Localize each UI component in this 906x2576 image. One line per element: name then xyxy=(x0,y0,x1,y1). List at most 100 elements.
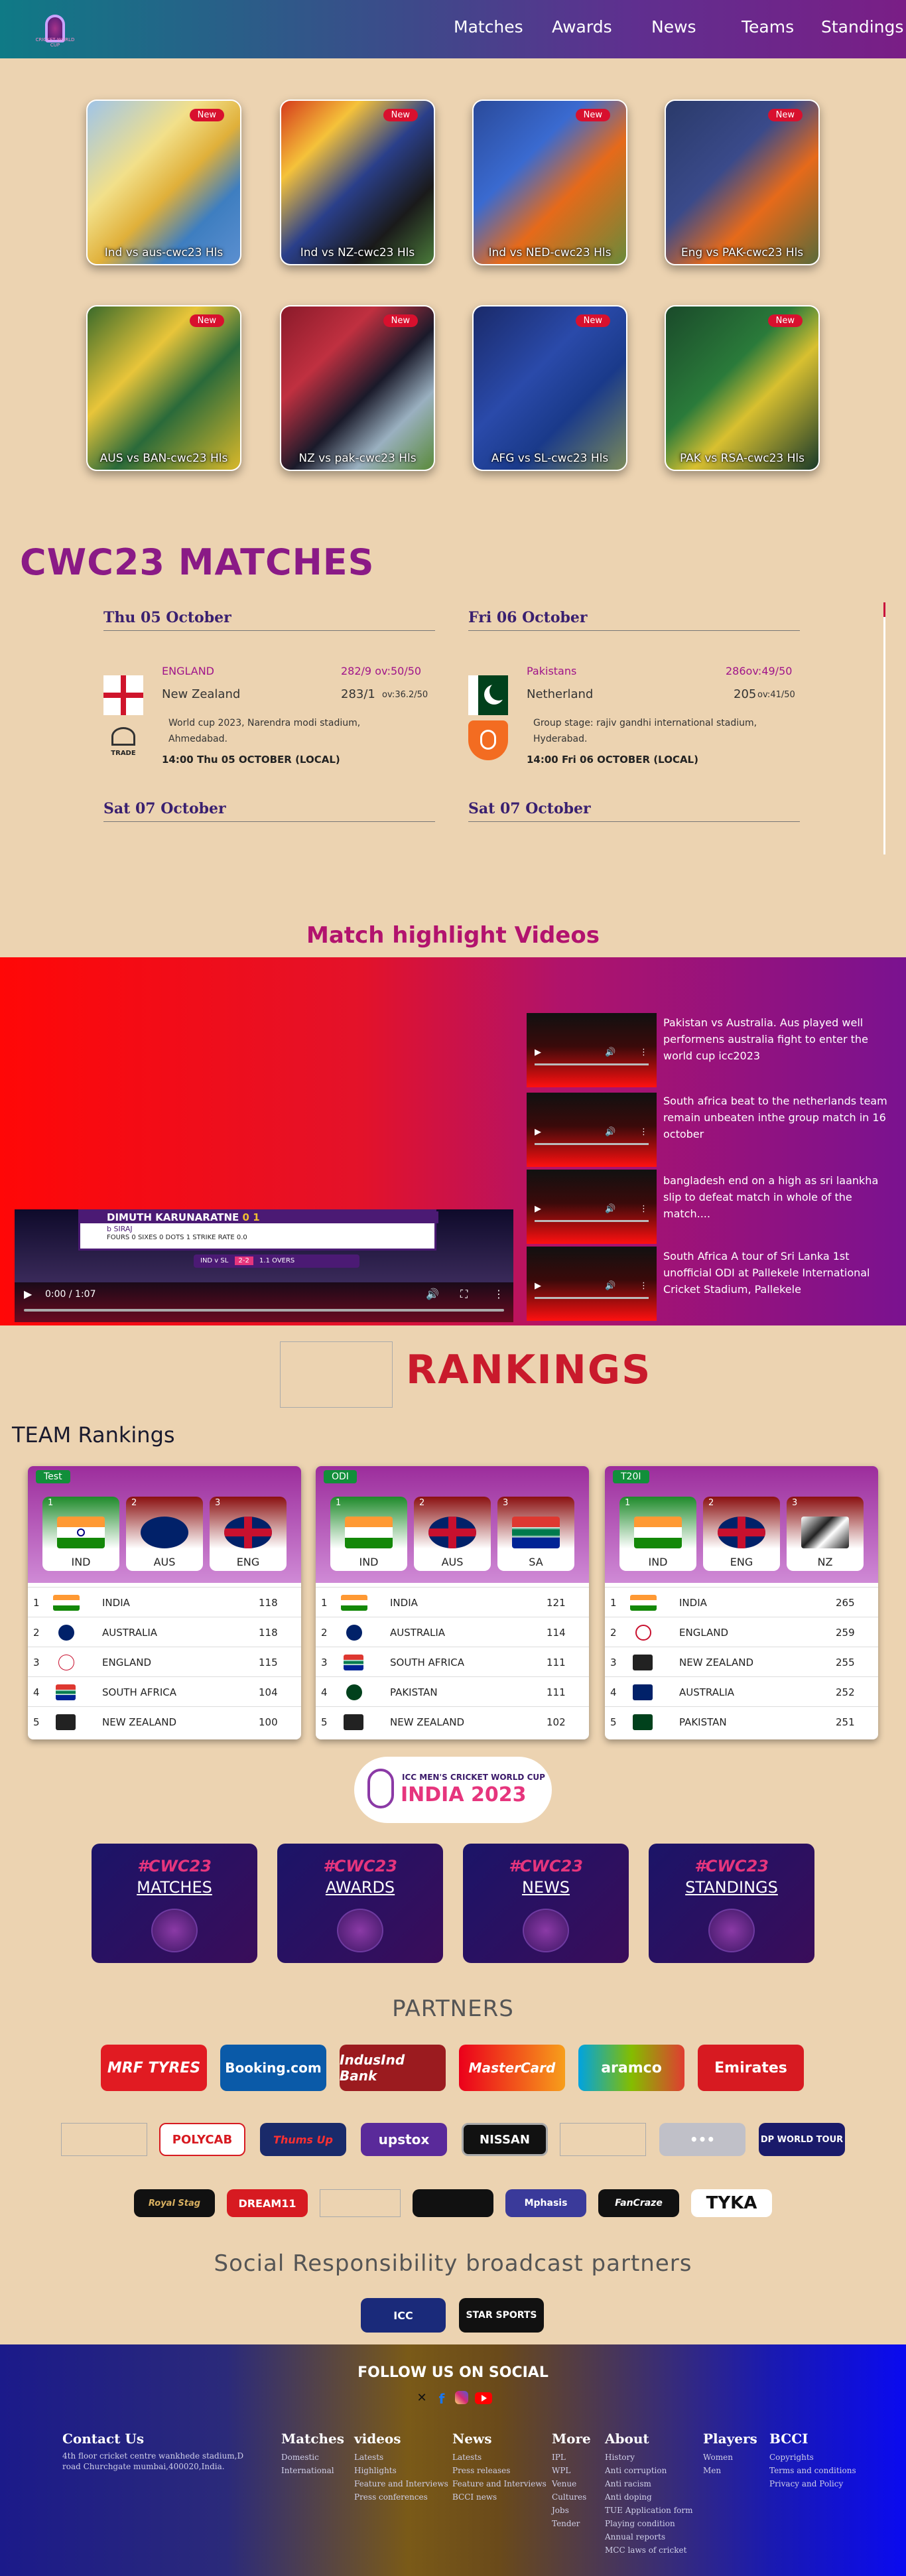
top-team-box[interactable]: 1 IND xyxy=(330,1497,407,1571)
top-team-box[interactable]: 3 ENG xyxy=(210,1497,287,1571)
video-progress-bar[interactable] xyxy=(24,1309,504,1312)
footer-link[interactable]: WPL xyxy=(552,2464,570,2477)
partner-indusind[interactable]: IndusInd Bank xyxy=(340,2045,446,2091)
footer-link[interactable]: Venue xyxy=(552,2477,576,2490)
top-team-box[interactable]: 2 AUS xyxy=(414,1497,491,1571)
ranking-row[interactable]: 2 ENGLAND 259 xyxy=(605,1617,878,1647)
footer-link[interactable]: International xyxy=(281,2464,334,2477)
highlight-card[interactable]: New Eng vs PAK-cwc23 Hls xyxy=(665,100,820,265)
footer-link[interactable]: TUE Application form xyxy=(605,2504,692,2517)
highlight-card[interactable]: New Ind vs NED-cwc23 Hls xyxy=(472,100,627,265)
footer-link[interactable]: Women xyxy=(703,2451,733,2464)
format-tag[interactable]: Test xyxy=(36,1470,70,1483)
partner-nissan[interactable]: NISSAN xyxy=(462,2123,548,2156)
ranking-row[interactable]: 1 INDIA 265 xyxy=(605,1587,878,1617)
top-team-box[interactable]: 2 AUS xyxy=(126,1497,203,1571)
top-team-box[interactable]: 1 IND xyxy=(42,1497,119,1571)
partner-more-icon[interactable]: ••• xyxy=(659,2123,745,2156)
footer-link[interactable]: Jobs xyxy=(552,2504,569,2517)
facebook-icon[interactable]: f xyxy=(435,2391,448,2407)
footer-link[interactable]: Latests xyxy=(354,2451,383,2464)
partner-mphasis[interactable]: Mphasis xyxy=(505,2189,586,2217)
nav-standings[interactable]: Standings xyxy=(821,17,903,36)
instagram-icon[interactable] xyxy=(455,2391,468,2404)
ranking-row[interactable]: 2 AUSTRALIA 114 xyxy=(316,1617,589,1647)
nav-matches[interactable]: Matches xyxy=(454,17,523,36)
ranking-row[interactable]: 3 ENGLAND 115 xyxy=(28,1647,301,1676)
partner-aramco[interactable]: aramco xyxy=(578,2045,684,2091)
video-description[interactable]: Pakistan vs Australia. Aus played well p… xyxy=(663,1014,895,1064)
footer-link[interactable]: IPL xyxy=(552,2451,566,2464)
ranking-row[interactable]: 1 INDIA 118 xyxy=(28,1587,301,1617)
top-team-box[interactable]: 2 ENG xyxy=(703,1497,780,1571)
tile-news[interactable]: #CWC23 NEWS xyxy=(463,1844,629,1963)
video-thumbnail[interactable]: ▶ 🔊 ⋮ xyxy=(527,1093,657,1167)
highlight-card[interactable]: New Ind vs aus-cwc23 Hls xyxy=(86,100,241,265)
footer-link[interactable]: Terms and conditions xyxy=(769,2464,856,2477)
partner-fancraze[interactable]: FanCraze xyxy=(598,2189,679,2217)
ranking-row[interactable]: 5 NEW ZEALAND 102 xyxy=(316,1706,589,1736)
footer-link[interactable]: BCCI news xyxy=(452,2490,497,2504)
video-thumbnail[interactable]: ▶ 🔊 ⋮ xyxy=(527,1247,657,1321)
partner-dpworld[interactable]: DP WORLD TOUR xyxy=(759,2123,845,2156)
nav-news[interactable]: News xyxy=(651,17,696,36)
ranking-row[interactable]: 4 AUSTRALIA 252 xyxy=(605,1676,878,1706)
ranking-row[interactable]: 3 NEW ZEALAND 255 xyxy=(605,1647,878,1676)
footer-link[interactable]: Press releases xyxy=(452,2464,510,2477)
highlight-card[interactable]: New PAK vs RSA-cwc23 Hls xyxy=(665,305,820,471)
ranking-row[interactable]: 3 SOUTH AFRICA 111 xyxy=(316,1647,589,1676)
matches-scrollbar[interactable] xyxy=(883,602,885,854)
fullscreen-icon[interactable]: ⛶ xyxy=(460,1288,468,1301)
partner-mastercard[interactable]: MasterCard xyxy=(459,2045,565,2091)
video-description[interactable]: South Africa A tour of Sri Lanka 1st uno… xyxy=(663,1248,895,1298)
play-icon[interactable]: ▶ xyxy=(24,1288,32,1300)
ranking-row[interactable]: 4 SOUTH AFRICA 104 xyxy=(28,1676,301,1706)
footer-link[interactable]: Playing condition xyxy=(605,2517,675,2530)
partner-tyka[interactable]: TYKA xyxy=(691,2189,772,2217)
partner-mrf[interactable]: MRF TYRES xyxy=(101,2045,207,2091)
footer-link[interactable]: Press conferences xyxy=(354,2490,428,2504)
footer-link[interactable]: MCC laws of cricket xyxy=(605,2543,686,2557)
footer-link[interactable]: Privacy and Policy xyxy=(769,2477,843,2490)
partner-thumsup[interactable]: Thums Up xyxy=(260,2123,346,2156)
footer-link[interactable]: Domestic xyxy=(281,2451,319,2464)
video-thumbnail[interactable]: ▶ 🔊 ⋮ xyxy=(527,1170,657,1244)
partner-placeholder-logo[interactable] xyxy=(413,2189,493,2217)
partner-booking[interactable]: Booking.com xyxy=(220,2045,326,2091)
highlight-card[interactable]: New Ind vs NZ-cwc23 Hls xyxy=(280,100,435,265)
volume-icon[interactable]: 🔊 xyxy=(426,1288,439,1300)
partner-upstox[interactable]: upstox xyxy=(361,2123,447,2156)
partner-emirates[interactable]: Emirates xyxy=(698,2045,804,2091)
partner-royalstag[interactable]: Royal Stag xyxy=(134,2189,215,2217)
footer-link[interactable]: Annual reports xyxy=(605,2530,665,2543)
video-description[interactable]: South africa beat to the netherlands tea… xyxy=(663,1093,895,1142)
youtube-icon[interactable] xyxy=(475,2392,492,2404)
format-tag[interactable]: T20I xyxy=(613,1470,649,1483)
footer-link[interactable]: Cultures xyxy=(552,2490,586,2504)
ranking-row[interactable]: 4 PAKISTAN 111 xyxy=(316,1676,589,1706)
partner-polycab[interactable]: POLYCAB xyxy=(159,2123,245,2156)
footer-link[interactable]: Anti doping xyxy=(605,2490,652,2504)
footer-link[interactable]: Feature and Interviews xyxy=(452,2477,547,2490)
format-tag[interactable]: ODI xyxy=(324,1470,357,1483)
nav-teams[interactable]: Teams xyxy=(742,17,794,36)
footer-link[interactable]: History xyxy=(605,2451,635,2464)
highlight-card[interactable]: New AFG vs SL-cwc23 Hls xyxy=(472,305,627,471)
nav-awards[interactable]: Awards xyxy=(552,17,612,36)
srp-icc[interactable]: ICC xyxy=(361,2298,446,2333)
ranking-row[interactable]: 5 NEW ZEALAND 100 xyxy=(28,1706,301,1736)
video-thumbnail[interactable]: ▶ 🔊 ⋮ xyxy=(527,1013,657,1087)
x-twitter-icon[interactable]: ✕ xyxy=(415,2391,428,2405)
tile-standings[interactable]: #CWC23 STANDINGS xyxy=(649,1844,814,1963)
footer-link[interactable]: Anti corruption xyxy=(605,2464,667,2477)
footer-link[interactable]: Feature and Interviews xyxy=(354,2477,448,2490)
highlight-card[interactable]: New NZ vs pak-cwc23 Hls xyxy=(280,305,435,471)
highlight-card[interactable]: New AUS vs BAN-cwc23 Hls xyxy=(86,305,241,471)
tile-awards[interactable]: #CWC23 AWARDS xyxy=(277,1844,443,1963)
main-video-player[interactable]: DIMUTH KARUNARATNE 0 1 b SIRAJ FOURS 0 S… xyxy=(15,1209,513,1322)
srp-starsports[interactable]: STAR SPORTS xyxy=(459,2298,544,2333)
ranking-row[interactable]: 2 AUSTRALIA 118 xyxy=(28,1617,301,1647)
footer-link[interactable]: Copyrights xyxy=(769,2451,814,2464)
footer-link[interactable]: Latests xyxy=(452,2451,482,2464)
footer-link[interactable]: Men xyxy=(703,2464,721,2477)
